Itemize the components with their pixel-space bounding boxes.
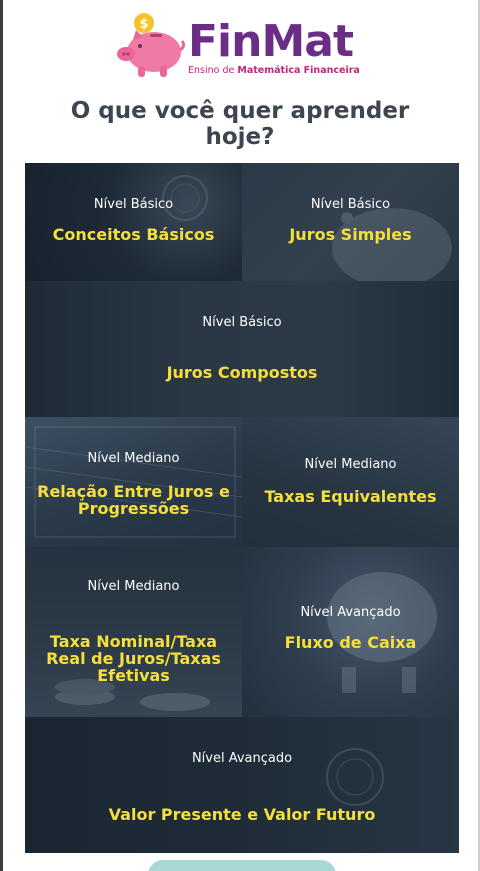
piggy-bank-icon: $: [117, 13, 186, 77]
page-headline: O que você quer aprender hoje?: [70, 98, 410, 150]
tile-level: Nível Mediano: [87, 579, 180, 594]
svg-text:$: $: [139, 17, 148, 32]
tile-title: Fluxo de Caixa: [284, 633, 417, 652]
bottom-action-button[interactable]: [148, 860, 336, 871]
tile-level: Nível Básico: [310, 197, 391, 212]
brand-name: FinMat: [188, 16, 354, 67]
tagline-prefix: Ensino de: [188, 65, 238, 76]
tile-level: Nível Mediano: [304, 457, 397, 472]
tile-juros-simples[interactable]: Nível Básico Juros Simples: [242, 163, 459, 281]
tile-level: Nível Avançado: [191, 751, 293, 766]
brand-tagline: Ensino de Matemática Financeira: [188, 65, 360, 76]
tile-juros-compostos[interactable]: Nível Básico Juros Compostos: [25, 281, 459, 417]
tile-conceitos-basicos[interactable]: Nível Básico Conceitos Básicos: [25, 163, 242, 281]
tile-level: Nível Básico: [93, 197, 174, 212]
tile-title: Taxa Nominal/Taxa Real de Juros/Taxas Ef…: [46, 632, 221, 685]
tile-fluxo-de-caixa[interactable]: Nível Avançado Fluxo de Caixa: [242, 547, 459, 717]
left-border: [0, 0, 3, 871]
tile-taxas-equivalentes[interactable]: Nível Mediano Taxas Equivalentes: [242, 417, 459, 547]
tile-title: Valor Presente e Valor Futuro: [108, 805, 376, 824]
tile-title: Taxas Equivalentes: [264, 487, 437, 506]
tile-level: Nível Básico: [202, 315, 282, 330]
tile-level: Nível Avançado: [300, 605, 401, 620]
tile-level: Nível Mediano: [87, 451, 180, 466]
tile-relacao-juros-progressoes[interactable]: Nível Mediano Relação Entre Juros e Prog…: [25, 417, 242, 547]
topic-grid: Nível Básico Conceitos Básicos Nível Bás…: [25, 163, 459, 853]
tile-valor-presente-futuro[interactable]: Nível Avançado Valor Presente e Valor Fu…: [25, 717, 459, 853]
tile-title: Juros Simples: [289, 225, 412, 244]
finmat-logo[interactable]: $ FinMat Ensino de Matemática Financeira: [116, 10, 376, 82]
tile-title: Relação Entre Juros e Progressões: [37, 482, 230, 518]
tile-taxa-nominal-real-efetivas[interactable]: Nível Mediano Taxa Nominal/Taxa Real de …: [25, 547, 242, 717]
tile-title: Conceitos Básicos: [52, 225, 215, 244]
tile-title: Juros Compostos: [166, 363, 318, 382]
tagline-bold: Matemática Financeira: [237, 65, 360, 76]
